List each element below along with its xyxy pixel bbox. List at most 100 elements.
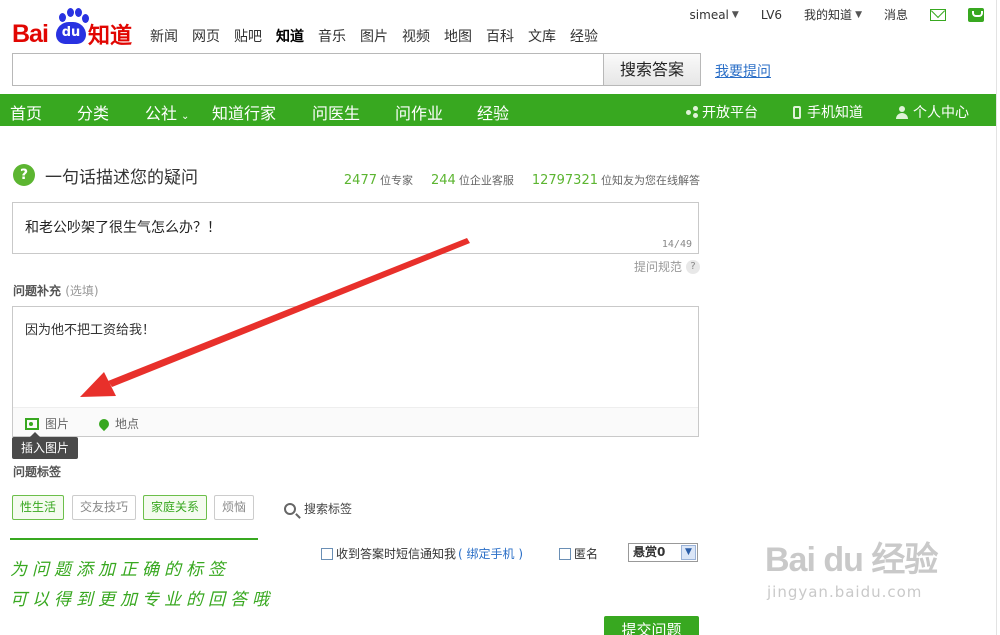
- paw-toe: [59, 13, 66, 22]
- answerer-stats: 2477 位专家 244 位企业客服 12797321 位知友为您在线解答: [326, 172, 700, 188]
- location-label: 地点: [115, 417, 140, 431]
- nav-category[interactable]: 分类: [77, 100, 109, 124]
- search-input[interactable]: [12, 53, 604, 86]
- search-tags-button[interactable]: 搜索标签: [284, 500, 352, 517]
- insert-image-label: 图片: [45, 417, 70, 431]
- search-tags-label: 搜索标签: [304, 502, 353, 516]
- chevron-down-icon: ⌄: [181, 111, 190, 122]
- optional-hint: (选填): [65, 284, 99, 298]
- anonymous-option[interactable]: 匿名: [559, 545, 598, 562]
- anonymous-label: 匿名: [574, 547, 599, 561]
- nav-item-web[interactable]: 网页: [192, 26, 220, 46]
- submit-question-button[interactable]: 提交问题: [604, 616, 699, 635]
- user-bar: simeal ▼ LV6 我的知道 ▼ 消息: [668, 6, 984, 23]
- supplement-textarea[interactable]: 因为他不把工资给我！ 图片 地点: [12, 306, 699, 437]
- search-answers-button[interactable]: 搜索答案: [603, 53, 701, 86]
- stat-label: 位知友为您在线解答: [601, 174, 700, 187]
- nav-doctor[interactable]: 问医生: [312, 100, 360, 124]
- shop-button[interactable]: [968, 7, 984, 22]
- image-icon: [25, 417, 39, 430]
- stat-users: 12797321 位知友为您在线解答: [532, 172, 700, 188]
- nav-item-map[interactable]: 地图: [444, 26, 472, 46]
- user-level[interactable]: LV6: [761, 8, 782, 22]
- question-title-text: 和老公吵架了很生气怎么办？！: [25, 220, 221, 236]
- question-heading: 一句话描述您的疑问: [45, 168, 198, 188]
- tag-item[interactable]: 性生活: [12, 495, 65, 520]
- nav-community-label: 公社: [145, 104, 178, 123]
- anonymous-checkbox[interactable]: [559, 547, 571, 560]
- open-platform-link[interactable]: 开放平台: [686, 102, 758, 122]
- baidu-zhidao-logo[interactable]: Bai du 知道: [12, 6, 134, 49]
- ask-question-link[interactable]: 我要提问: [715, 61, 771, 81]
- messages-link[interactable]: 消息: [884, 6, 908, 23]
- question-icon: ?: [13, 164, 35, 186]
- location-button[interactable]: 地点: [96, 415, 140, 432]
- annotation-line1: 为问题添加正确的标签: [10, 560, 230, 580]
- nav-item-baike[interactable]: 百科: [486, 26, 514, 46]
- paw-toe: [67, 8, 74, 17]
- nav-homework[interactable]: 问作业: [395, 100, 443, 124]
- nav-community[interactable]: 公社 ⌄: [145, 100, 189, 124]
- insert-image-tooltip: 插入图片: [12, 432, 79, 459]
- insert-image-button[interactable]: 图片: [25, 415, 69, 432]
- sms-label: 收到答案时短信通知我: [336, 547, 457, 561]
- nav-experts[interactable]: 知道行家: [212, 100, 276, 124]
- tag-item[interactable]: 交友技巧: [72, 495, 137, 520]
- tags-label: 问题标签: [13, 465, 62, 479]
- search-icon: [284, 502, 296, 515]
- username[interactable]: simeal: [690, 8, 729, 22]
- my-zhidao-menu[interactable]: 我的知道 ▼: [804, 6, 862, 23]
- question-title-input[interactable]: 和老公吵架了很生气怎么办？！ 14/49: [12, 202, 699, 254]
- logo-bai: Bai: [12, 20, 49, 48]
- main-nav-bar: 首页 分类 公社 ⌄ 知道行家 问医生 问作业 经验 开放平台 手机知道 个人中心: [0, 94, 996, 126]
- nav-item-video[interactable]: 视频: [402, 26, 430, 46]
- stat-number: 244: [431, 173, 456, 188]
- supplement-label: 问题补充 (选填): [13, 282, 99, 299]
- nav-item-zhidao[interactable]: 知道: [276, 26, 304, 46]
- top-nav: 新闻 网页 贴吧 知道 音乐 图片 视频 地图 百科 文库 经验: [150, 26, 612, 46]
- stat-label: 位企业客服: [458, 174, 514, 187]
- nav-item-images[interactable]: 图片: [360, 26, 388, 46]
- chevron-down-icon: ▼: [731, 9, 739, 20]
- mobile-zhidao-link[interactable]: 手机知道: [793, 102, 863, 122]
- stat-experts: 2477 位专家: [344, 172, 413, 188]
- nav-item-music[interactable]: 音乐: [318, 26, 346, 46]
- reward-select[interactable]: 悬赏0 ▼: [628, 543, 698, 562]
- chevron-down-icon: ▼: [855, 9, 862, 20]
- personal-center-link[interactable]: 个人中心: [896, 102, 969, 122]
- mobile-zhidao-label: 手机知道: [807, 105, 863, 121]
- question-guide-link[interactable]: 提问规范 ?: [634, 258, 700, 275]
- watermark-url: jingyan.baidu.com: [767, 583, 923, 601]
- bind-phone-link[interactable]: ( 绑定手机 ): [458, 545, 523, 562]
- tag-item[interactable]: 家庭关系: [143, 495, 208, 520]
- username-menu[interactable]: simeal ▼: [690, 8, 739, 22]
- watermark-logo-text: Bai du 经验: [765, 541, 938, 579]
- location-pin-icon: [96, 416, 112, 431]
- nav-item-jingyan[interactable]: 经验: [570, 26, 598, 46]
- my-zhidao-label[interactable]: 我的知道: [804, 6, 852, 23]
- char-counter: 14/49: [661, 239, 692, 250]
- stat-number: 2477: [343, 173, 377, 188]
- nav-experience[interactable]: 经验: [477, 100, 509, 124]
- sms-checkbox[interactable]: [321, 547, 333, 560]
- mail-button[interactable]: [930, 8, 946, 21]
- logo-zhidao: 知道: [88, 24, 133, 49]
- mail-icon: [930, 8, 946, 21]
- stat-number: 12797321: [531, 173, 598, 188]
- supplement-label-text: 问题补充: [13, 284, 62, 298]
- baidu-jingyan-watermark: Bai du 经验 jingyan.baidu.com: [765, 532, 938, 601]
- nav-item-news[interactable]: 新闻: [150, 26, 178, 46]
- tag-item[interactable]: 烦恼: [214, 495, 255, 520]
- nav-home[interactable]: 首页: [10, 100, 42, 124]
- reward-value: 悬赏0: [633, 545, 666, 559]
- sms-notify-option[interactable]: 收到答案时短信通知我 ( 绑定手机 ): [321, 545, 523, 562]
- paw-toe: [75, 8, 82, 17]
- nav-item-tieba[interactable]: 贴吧: [234, 26, 262, 46]
- stat-label: 位专家: [380, 174, 413, 187]
- phone-icon: [793, 105, 801, 119]
- nav-item-wenku[interactable]: 文库: [528, 26, 556, 46]
- share-icon: [686, 106, 698, 118]
- supplement-toolbar: 图片 地点: [13, 407, 698, 436]
- personal-center-label: 个人中心: [913, 105, 969, 121]
- user-icon: [896, 105, 908, 119]
